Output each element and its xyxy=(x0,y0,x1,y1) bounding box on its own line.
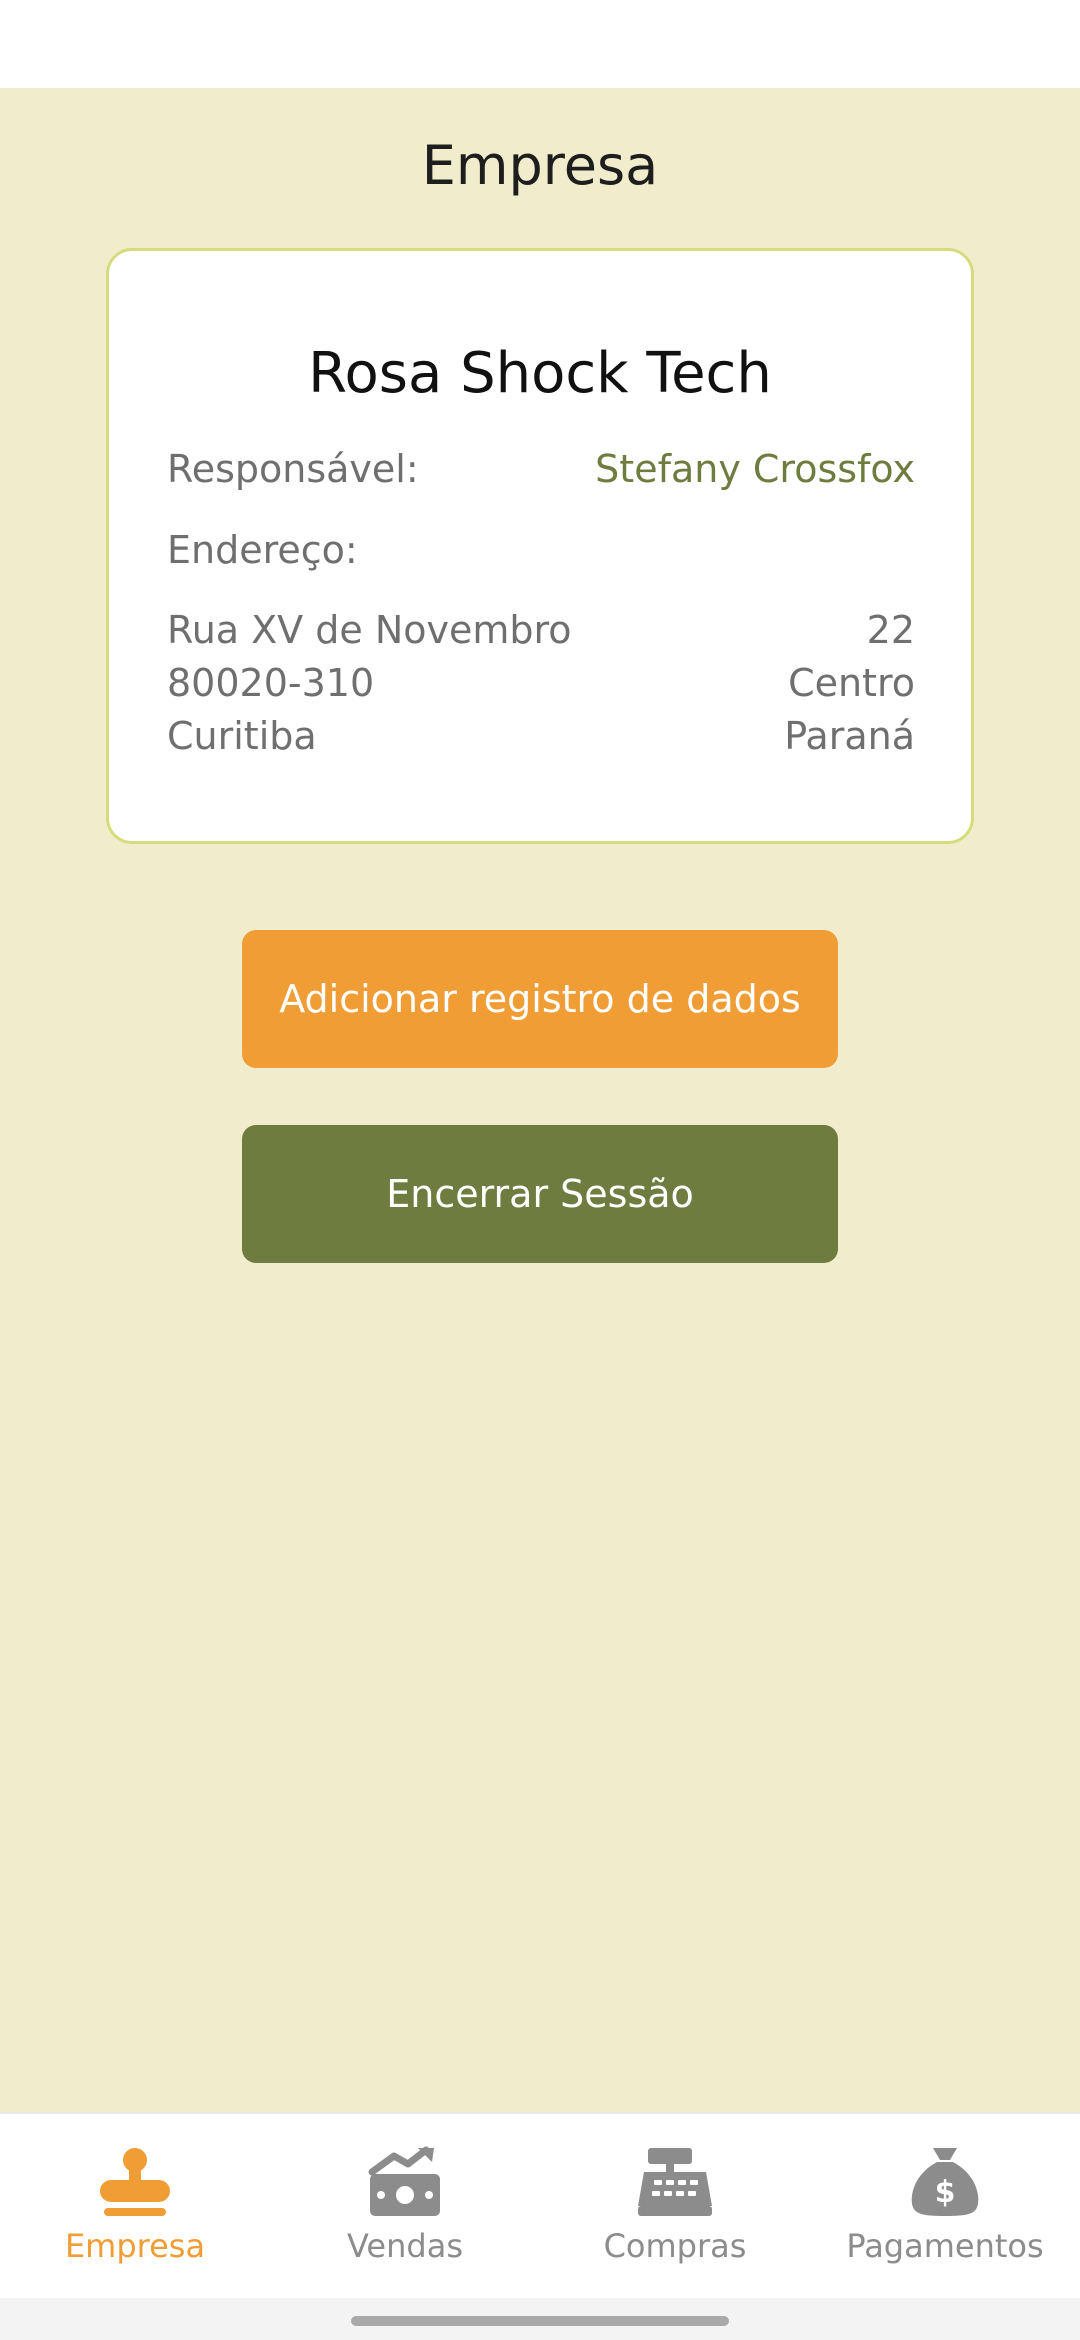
city-row: Curitiba Paraná xyxy=(167,710,915,763)
tab-compras[interactable]: Compras xyxy=(540,2114,810,2298)
page-title: Empresa xyxy=(421,134,659,197)
svg-text:$: $ xyxy=(935,2175,956,2210)
money-bag-icon: $ xyxy=(911,2148,979,2216)
responsible-label: Responsável: xyxy=(167,447,419,491)
street-number: 22 xyxy=(866,608,915,652)
tab-pagamentos[interactable]: $ Pagamentos xyxy=(810,2114,1080,2298)
bottom-tab-bar: Empresa Vendas Compras $ Pagamentos xyxy=(0,2112,1080,2298)
gesture-area xyxy=(0,2298,1080,2340)
money-trend-icon xyxy=(368,2146,440,2216)
company-card: Rosa Shock Tech Responsável: Stefany Cro… xyxy=(106,248,974,844)
tab-pagamentos-label: Pagamentos xyxy=(846,2227,1044,2265)
status-bar xyxy=(0,0,1080,88)
address-label: Endereço: xyxy=(167,528,358,572)
zip-code: 80020-310 xyxy=(167,661,375,705)
home-indicator[interactable] xyxy=(351,2316,729,2326)
zip-row: 80020-310 Centro xyxy=(167,657,915,710)
state: Paraná xyxy=(784,714,915,758)
street: Rua XV de Novembro xyxy=(167,608,572,652)
add-data-record-button[interactable]: Adicionar registro de dados xyxy=(242,930,838,1068)
address-label-row: Endereço: xyxy=(167,524,915,577)
district: Centro xyxy=(788,661,915,705)
cash-register-icon xyxy=(638,2148,712,2216)
tab-compras-label: Compras xyxy=(603,2227,747,2265)
tab-vendas[interactable]: Vendas xyxy=(270,2114,540,2298)
responsible-row: Responsável: Stefany Crossfox xyxy=(167,443,915,496)
tab-empresa[interactable]: Empresa xyxy=(0,2114,270,2298)
tab-vendas-label: Vendas xyxy=(347,2227,463,2265)
company-name: Rosa Shock Tech xyxy=(308,341,772,406)
stamp-icon xyxy=(100,2148,170,2216)
logout-button[interactable]: Encerrar Sessão xyxy=(242,1125,838,1263)
city: Curitiba xyxy=(167,714,317,758)
company-screen: Empresa Rosa Shock Tech Responsável: Ste… xyxy=(0,88,1080,2112)
responsible-name: Stefany Crossfox xyxy=(595,447,915,491)
tab-empresa-label: Empresa xyxy=(64,2227,206,2265)
street-row: Rua XV de Novembro 22 xyxy=(167,604,915,657)
